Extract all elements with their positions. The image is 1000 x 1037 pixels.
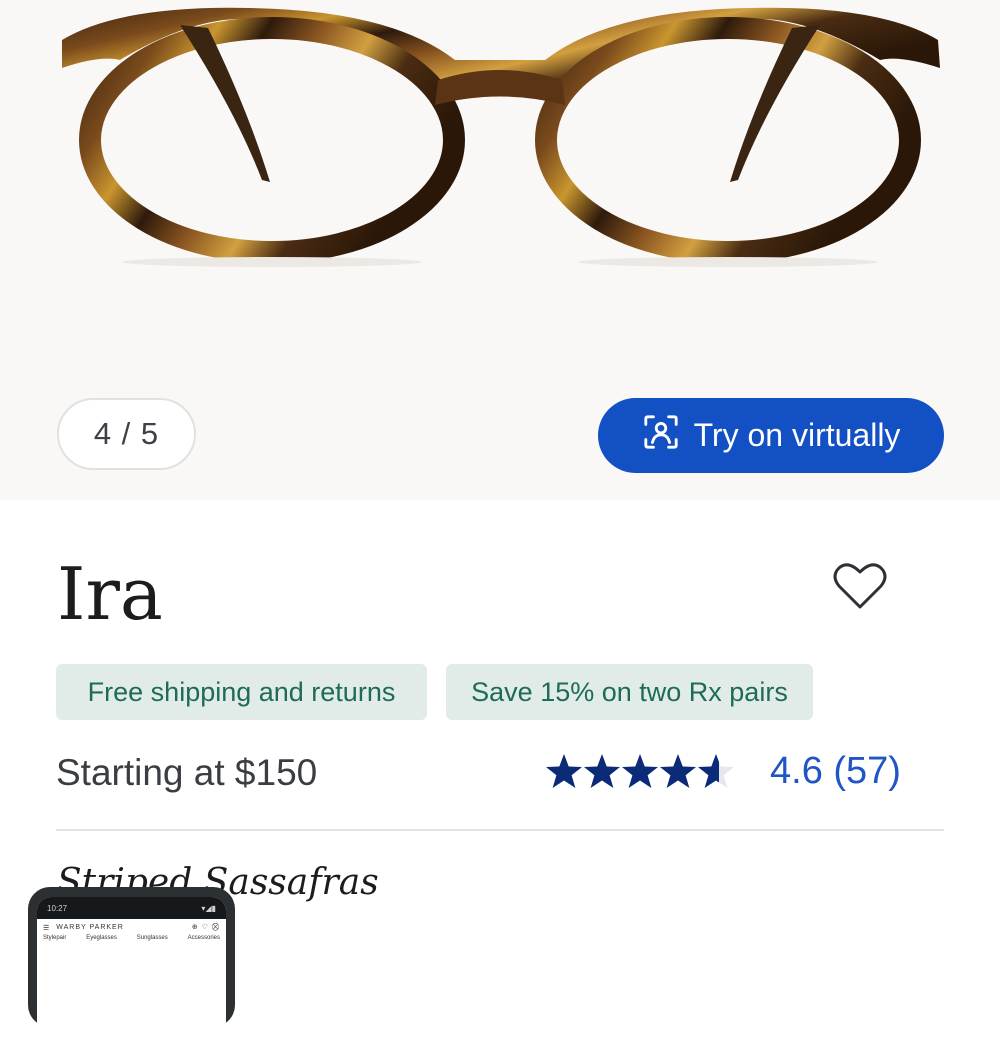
glasses-image — [62, 7, 940, 267]
star-icon — [584, 754, 620, 788]
rating-stars[interactable] — [545, 752, 735, 792]
divider — [56, 829, 944, 831]
cart-icon: ⊕ ♡ ⛒ — [191, 924, 220, 931]
phone-category: Accessories — [187, 935, 220, 941]
menu-icon: ☰ — [43, 924, 51, 932]
free-shipping-badge: Free shipping and returns — [56, 664, 427, 720]
scan-face-icon — [642, 413, 680, 459]
phone-category: Eyeglasses — [86, 935, 117, 941]
phone-screen: 10:27 ▾◢▮ ☰ WARBY PARKER ⊕ ♡ ⛒ Stylepair… — [37, 897, 226, 1037]
phone-categories: Stylepair Eyeglasses Sunglasses Accessor… — [37, 932, 226, 944]
product-price: Starting at $150 — [56, 752, 318, 793]
phone-signal-icon: ▾◢▮ — [201, 903, 216, 913]
rating-summary[interactable]: 4.6 (57) — [770, 750, 901, 793]
star-icon — [546, 754, 582, 788]
image-counter: 4 / 5 — [57, 398, 196, 470]
phone-nav: ☰ WARBY PARKER ⊕ ♡ ⛒ — [37, 919, 226, 932]
star-icon — [660, 754, 696, 788]
heart-icon[interactable] — [832, 560, 888, 612]
product-image-gallery[interactable]: 4 / 5 Try on virtually — [0, 0, 1000, 500]
phone-time: 10:27 — [47, 903, 68, 913]
phone-category: Sunglasses — [136, 935, 168, 941]
try-on-label: Try on virtually — [693, 417, 901, 453]
save-rx-badge: Save 15% on two Rx pairs — [446, 664, 813, 720]
phone-status-bar: 10:27 ▾◢▮ — [37, 897, 226, 919]
star-icon — [622, 754, 658, 788]
phone-brand: WARBY PARKER — [56, 924, 124, 931]
product-title: Ira — [57, 552, 163, 636]
phone-preview-thumbnail[interactable]: 10:27 ▾◢▮ ☰ WARBY PARKER ⊕ ♡ ⛒ Stylepair… — [28, 887, 235, 1037]
try-on-virtually-button[interactable]: Try on virtually — [598, 398, 944, 473]
phone-category: Stylepair — [43, 935, 67, 941]
